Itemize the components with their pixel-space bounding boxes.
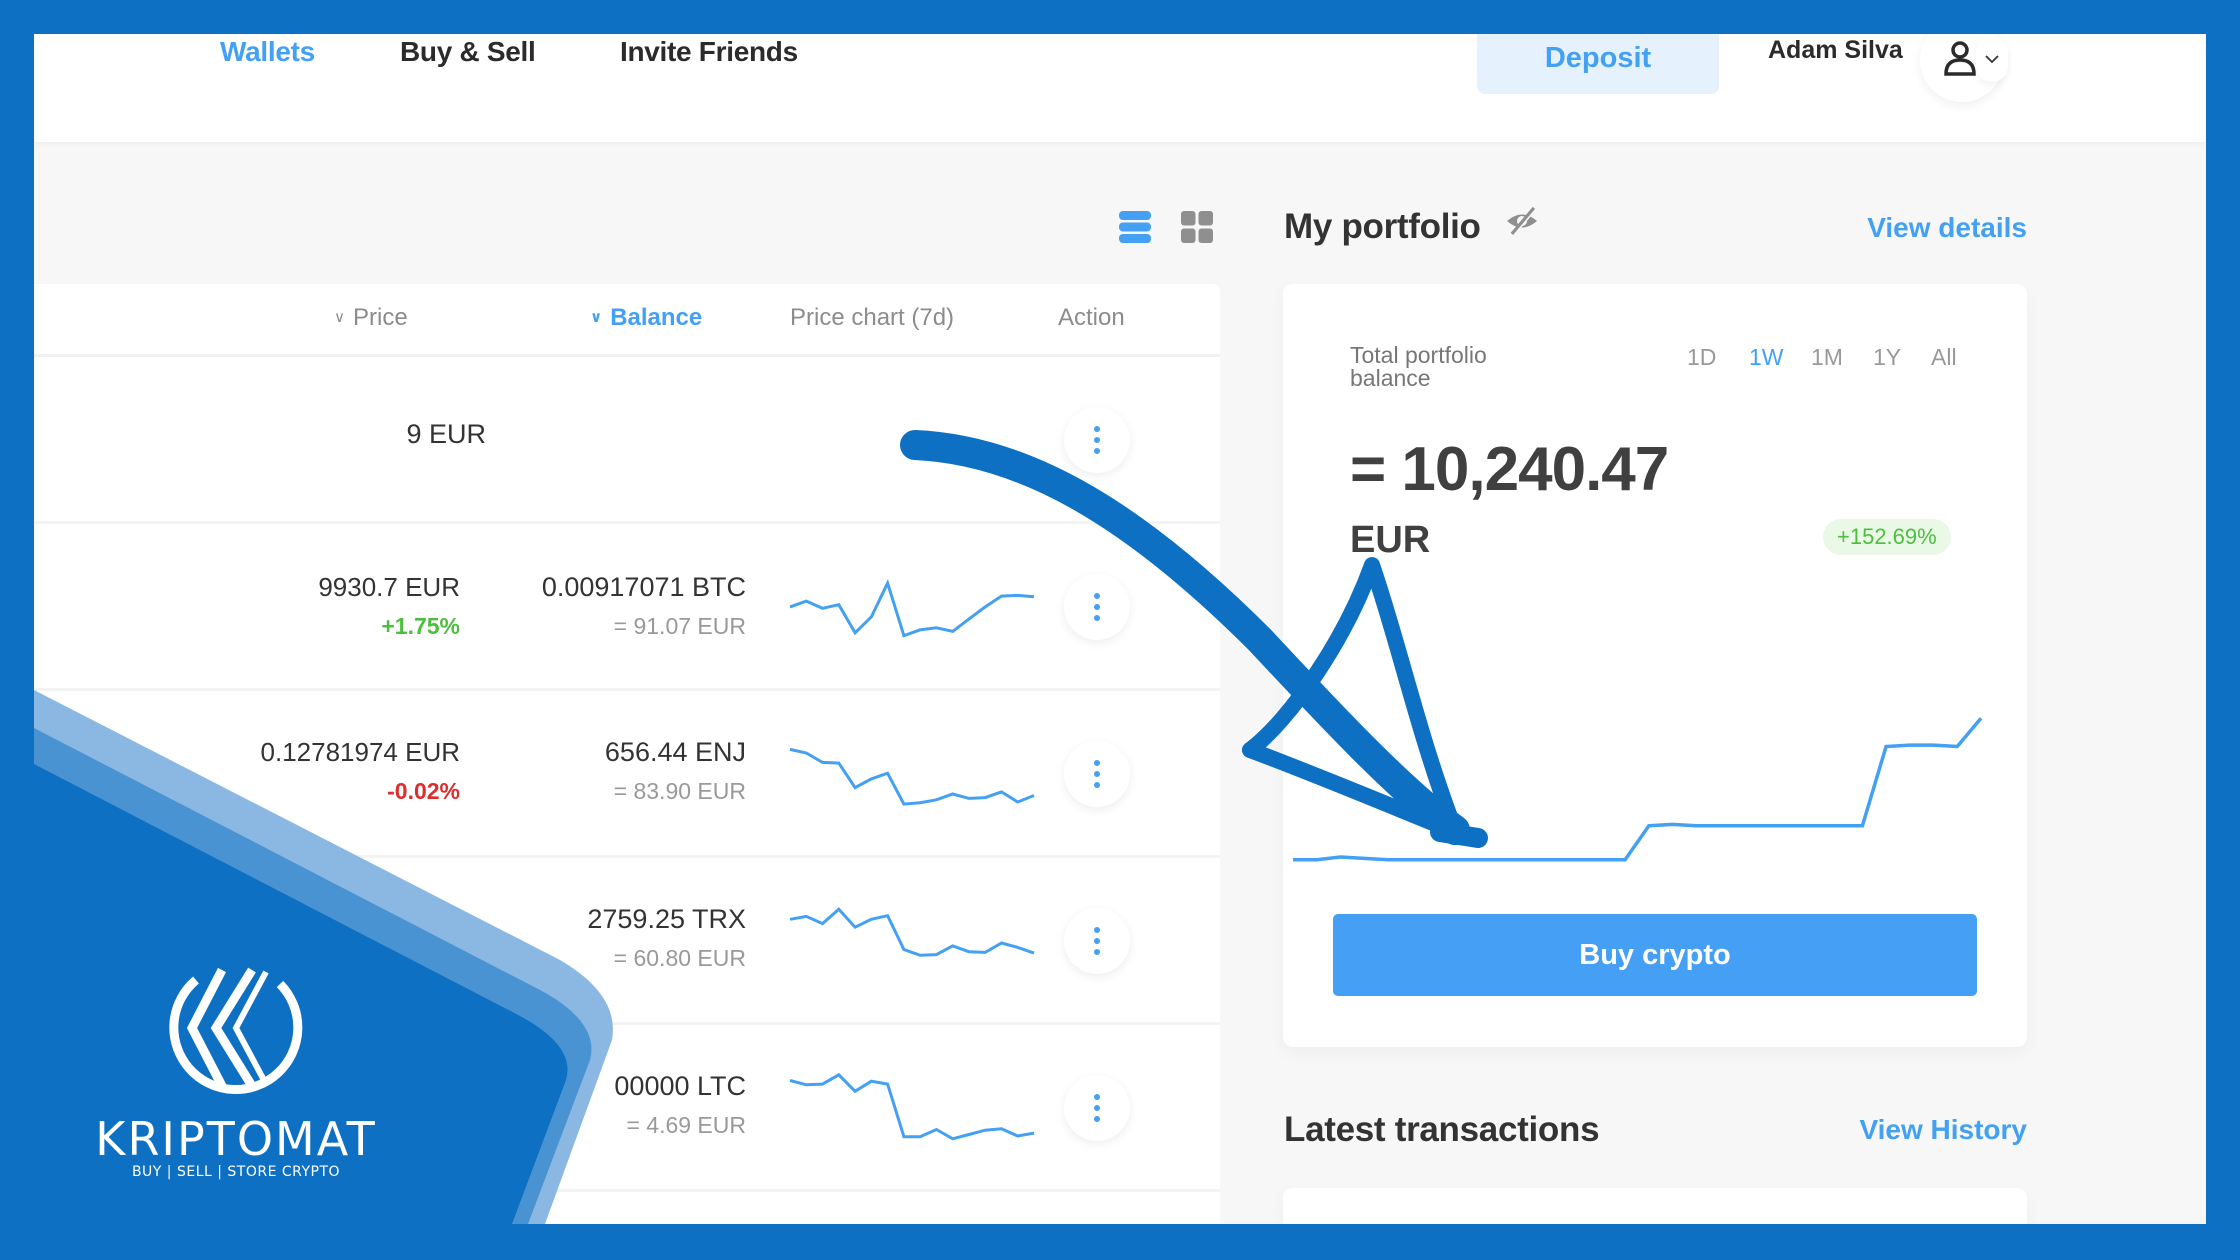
row-action-button[interactable] xyxy=(1064,908,1130,974)
grid-view-icon xyxy=(1181,211,1213,243)
portfolio-title: My portfolio xyxy=(1284,206,1540,247)
portfolio-chart-line xyxy=(1293,717,1983,862)
balance-cell: 00000 LTC = 4.69 EUR xyxy=(614,1071,746,1139)
portfolio-chart xyxy=(1293,717,1983,862)
balance-cell: 2759.25 TRX = 60.80 EUR xyxy=(587,904,746,972)
portfolio-currency: EUR xyxy=(1350,519,1431,561)
sparkline xyxy=(789,907,1035,957)
sparkline-series xyxy=(789,747,1035,806)
chevron-down-icon: ∨ xyxy=(590,309,603,326)
balance-amount: 9 EUR xyxy=(406,419,486,449)
buy-crypto-button[interactable]: Buy crypto xyxy=(1333,914,1977,996)
column-balance-label: Balance xyxy=(610,304,703,331)
balance-eur: = 91.07 EUR xyxy=(613,613,746,639)
row-action-button[interactable] xyxy=(1064,407,1130,473)
row-action-button[interactable] xyxy=(1064,574,1130,640)
more-vertical-icon xyxy=(1094,426,1100,454)
nav-buy-sell[interactable]: Buy & Sell xyxy=(400,36,536,68)
sparkline-series xyxy=(789,1072,1035,1141)
range-tab-1y[interactable]: 1Y xyxy=(1873,344,1901,371)
more-vertical-icon xyxy=(1094,593,1100,621)
wallets-table: ∨ Price ∨ Balance Price chart (7d) Action … xyxy=(34,284,1220,1224)
price-change: +1.75% xyxy=(381,613,460,639)
balance-amount: 656.44 ENJ xyxy=(604,737,746,767)
brand-tagline: BUY | SELL | STORE CRYPTO xyxy=(131,1164,341,1180)
column-header-action: Action xyxy=(1058,304,1125,331)
portfolio-change-badge: +152.69% xyxy=(1823,519,1951,555)
price-cell: 0.12781974 EUR -0.02% xyxy=(261,737,460,805)
balance-cell: 9 EUR xyxy=(406,419,486,450)
portfolio-title-text: My portfolio xyxy=(1284,207,1481,246)
price-cell: 9930.7 EUR +1.75% xyxy=(318,572,460,640)
table-row[interactable]: 9930.7 EUR +1.75% 0.00917071 BTC = 91.07… xyxy=(34,524,1220,691)
table-row[interactable]: 9 EUR xyxy=(34,357,1220,524)
deposit-label: Deposit xyxy=(1544,41,1652,74)
balance-eur: = 4.69 EUR xyxy=(626,1112,746,1138)
balance-eur: = 60.80 EUR xyxy=(613,945,746,971)
sparkline-series xyxy=(789,907,1035,957)
price-cell: EUR xyxy=(405,904,460,935)
sparkline xyxy=(789,579,1035,638)
portfolio-card: Total portfolio balance 1D 1W 1M 1Y All … xyxy=(1283,284,2027,1047)
more-vertical-icon xyxy=(1094,760,1100,788)
total-balance-label: Total portfolio balance xyxy=(1350,342,1487,391)
price-change: -0.02% xyxy=(387,778,460,804)
row-action-button[interactable] xyxy=(1064,741,1130,807)
portfolio-balance: = 10,240.47 xyxy=(1350,435,1669,504)
grid-view-toggle[interactable] xyxy=(1180,210,1214,244)
eye-off-icon[interactable] xyxy=(1504,206,1540,236)
column-price-label: Price xyxy=(352,304,408,331)
user-menu-dropdown[interactable] xyxy=(1976,36,2008,82)
chevron-down-icon: ∨ xyxy=(334,309,345,326)
user-name[interactable]: Adam Silva xyxy=(1768,36,1903,65)
balance-cell: 656.44 ENJ = 83.90 EUR xyxy=(605,737,746,805)
more-vertical-icon xyxy=(1094,927,1100,955)
more-vertical-icon xyxy=(1094,1094,1100,1122)
range-tab-1m[interactable]: 1M xyxy=(1811,344,1843,371)
column-header-balance[interactable]: ∨ Balance xyxy=(590,304,702,332)
table-row[interactable]: 0.12781974 EUR -0.02% 656.44 ENJ = 83.90… xyxy=(34,691,1220,858)
list-view-icon xyxy=(1119,211,1151,243)
sparkline-series xyxy=(789,579,1035,638)
view-details-link[interactable]: View details xyxy=(1867,212,2027,244)
column-header-price-chart: Price chart (7d) xyxy=(790,304,955,331)
balance-amount: 0.00917071 BTC xyxy=(541,572,746,602)
nav-invite-friends[interactable]: Invite Friends xyxy=(620,36,798,68)
view-history-link[interactable]: View History xyxy=(1859,1114,2027,1146)
app-window: Wallets Buy & Sell Invite Friends Deposi… xyxy=(34,34,2206,1224)
top-navigation-bar: Wallets Buy & Sell Invite Friends Deposi… xyxy=(34,34,2206,142)
balance-eur: = 83.90 EUR xyxy=(613,778,746,804)
brand-name: KRIPTOMAT xyxy=(95,1112,377,1166)
list-view-toggle[interactable] xyxy=(1118,210,1152,244)
balance-cell: 0.00917071 BTC = 91.07 EUR xyxy=(542,572,746,640)
price-value: 0.12781974 EUR xyxy=(260,737,460,767)
price-value: EUR xyxy=(405,904,460,934)
column-header-price[interactable]: ∨ Price xyxy=(334,304,408,332)
sparkline xyxy=(789,1072,1035,1141)
nav-wallets[interactable]: Wallets xyxy=(220,36,315,68)
sparkline xyxy=(789,747,1035,806)
table-header: ∨ Price ∨ Balance Price chart (7d) Action xyxy=(34,284,1220,357)
price-value: 9930.7 EUR xyxy=(318,572,460,602)
range-tab-1w[interactable]: 1W xyxy=(1749,344,1784,371)
transactions-card xyxy=(1283,1188,2027,1224)
range-tab-1d[interactable]: 1D xyxy=(1687,344,1716,371)
balance-amount: 2759.25 TRX xyxy=(587,904,746,934)
balance-amount: 00000 LTC xyxy=(614,1071,746,1101)
table-row[interactable]: EUR 2759.25 TRX = 60.80 EUR xyxy=(34,858,1220,1025)
latest-transactions-title: Latest transactions xyxy=(1284,1110,1600,1149)
range-tab-all[interactable]: All xyxy=(1931,344,1957,371)
row-action-button[interactable] xyxy=(1064,1075,1130,1141)
deposit-button[interactable]: Deposit xyxy=(1477,34,1719,94)
buy-crypto-label: Buy crypto xyxy=(1579,938,1731,971)
chevron-down-icon xyxy=(1985,55,1999,64)
